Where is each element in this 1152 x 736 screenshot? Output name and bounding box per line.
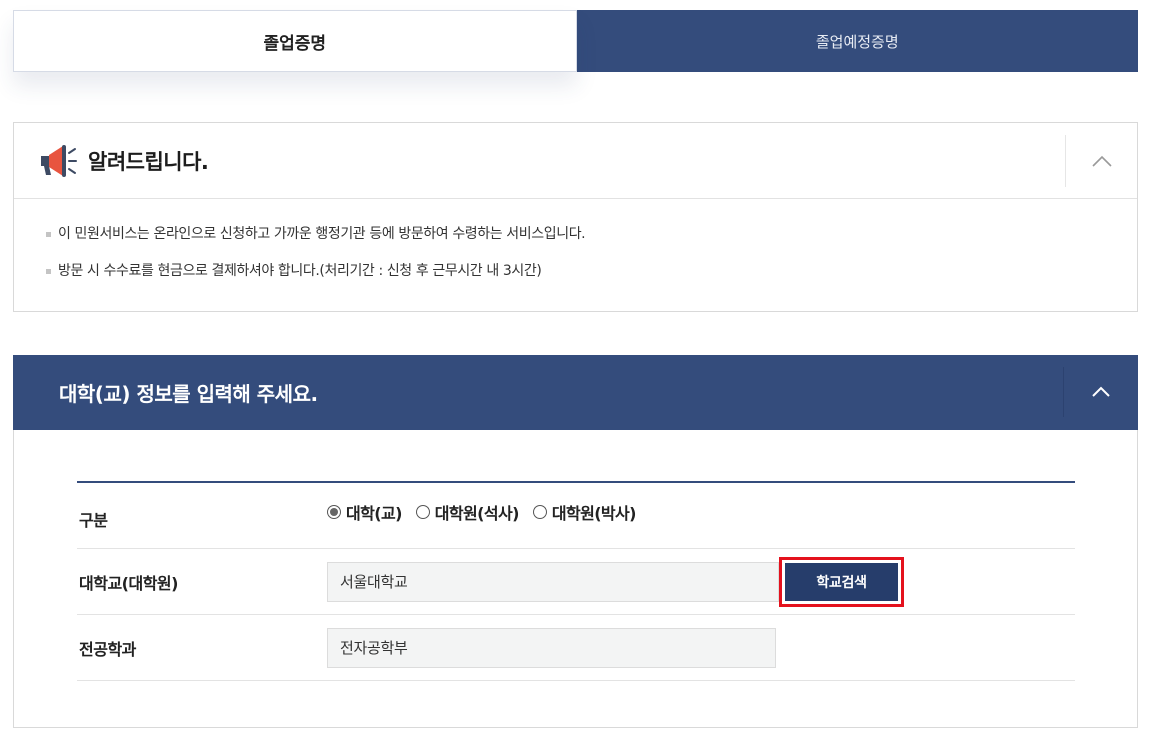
university-input[interactable]: 서울대학교 xyxy=(327,561,779,602)
university-label: 대학교(대학원) xyxy=(79,573,178,593)
chevron-up-icon xyxy=(1091,383,1111,402)
radio-button[interactable] xyxy=(532,504,547,519)
tab-graduation-certificate[interactable]: 졸업증명 xyxy=(13,10,577,72)
certificate-tabs: 졸업증명 졸업예정증명 xyxy=(13,10,1138,72)
radio-button[interactable] xyxy=(327,504,341,519)
tab-expected-graduation-certificate[interactable]: 졸업예정증명 xyxy=(576,10,1138,72)
university-field-group: 서울대학교 학교검색 xyxy=(327,556,904,607)
notice-title: 알려드립니다. xyxy=(88,149,209,174)
notice-header: 알려드립니다. xyxy=(14,123,1137,199)
bullet-icon xyxy=(46,232,51,237)
university-info-title: 대학(교) 정보를 입력해 주세요. xyxy=(59,382,318,406)
university-info-panel: 대학(교) 정보를 입력해 주세요. 구분 대학(교) 대학원(석사) 대학원(… xyxy=(13,355,1138,728)
major-label: 전공학과 xyxy=(79,639,136,659)
major-row: 전공학과 전자공학부 xyxy=(77,615,1075,681)
radio-graduate-masters[interactable]: 대학원(석사) xyxy=(415,500,520,524)
university-row: 대학교(대학원) 서울대학교 학교검색 xyxy=(77,549,1075,615)
university-info-form: 구분 대학(교) 대학원(석사) 대학원(박사) 대학교(대학원) 서울대학교 … xyxy=(77,481,1075,681)
radio-university[interactable]: 대학(교) xyxy=(327,500,402,524)
university-info-collapse-button[interactable] xyxy=(1063,367,1138,417)
category-label: 구분 xyxy=(79,510,108,530)
radio-label: 대학(교) xyxy=(346,503,402,523)
school-search-button[interactable]: 학교검색 xyxy=(785,562,898,601)
notice-body: 이 민원서비스는 온라인으로 신청하고 가까운 행정기관 등에 방문하여 수령하… xyxy=(14,199,1137,281)
notice-panel: 알려드립니다. 이 민원서비스는 온라인으로 신청하고 가까운 행정기관 등에 … xyxy=(13,122,1138,312)
radio-label: 대학원(박사) xyxy=(551,503,637,523)
notice-item: 이 민원서비스는 온라인으로 신청하고 가까운 행정기관 등에 방문하여 수령하… xyxy=(46,225,1137,244)
notice-item-text: 방문 시 수수료를 현금으로 결제하셔야 합니다.(처리기간 : 신청 후 근무… xyxy=(58,263,542,279)
notice-collapse-button[interactable] xyxy=(1065,135,1137,187)
major-field-group: 전자공학부 xyxy=(327,627,776,668)
university-info-header: 대학(교) 정보를 입력해 주세요. xyxy=(13,355,1138,430)
chevron-up-icon xyxy=(1091,152,1112,171)
radio-label: 대학원(석사) xyxy=(434,503,520,523)
notice-item: 방문 시 수수료를 현금으로 결제하셔야 합니다.(처리기간 : 신청 후 근무… xyxy=(46,262,1137,281)
category-options: 대학(교) 대학원(석사) 대학원(박사) xyxy=(327,500,650,524)
major-input[interactable]: 전자공학부 xyxy=(327,627,776,668)
category-row: 구분 대학(교) 대학원(석사) 대학원(박사) xyxy=(77,483,1075,549)
school-search-highlight: 학교검색 xyxy=(779,556,904,607)
notice-item-text: 이 민원서비스는 온라인으로 신청하고 가까운 행정기관 등에 방문하여 수령하… xyxy=(58,226,586,242)
radio-graduate-doctorate[interactable]: 대학원(박사) xyxy=(532,500,637,524)
megaphone-icon xyxy=(38,141,78,181)
radio-button[interactable] xyxy=(415,504,430,519)
bullet-icon xyxy=(46,269,51,274)
